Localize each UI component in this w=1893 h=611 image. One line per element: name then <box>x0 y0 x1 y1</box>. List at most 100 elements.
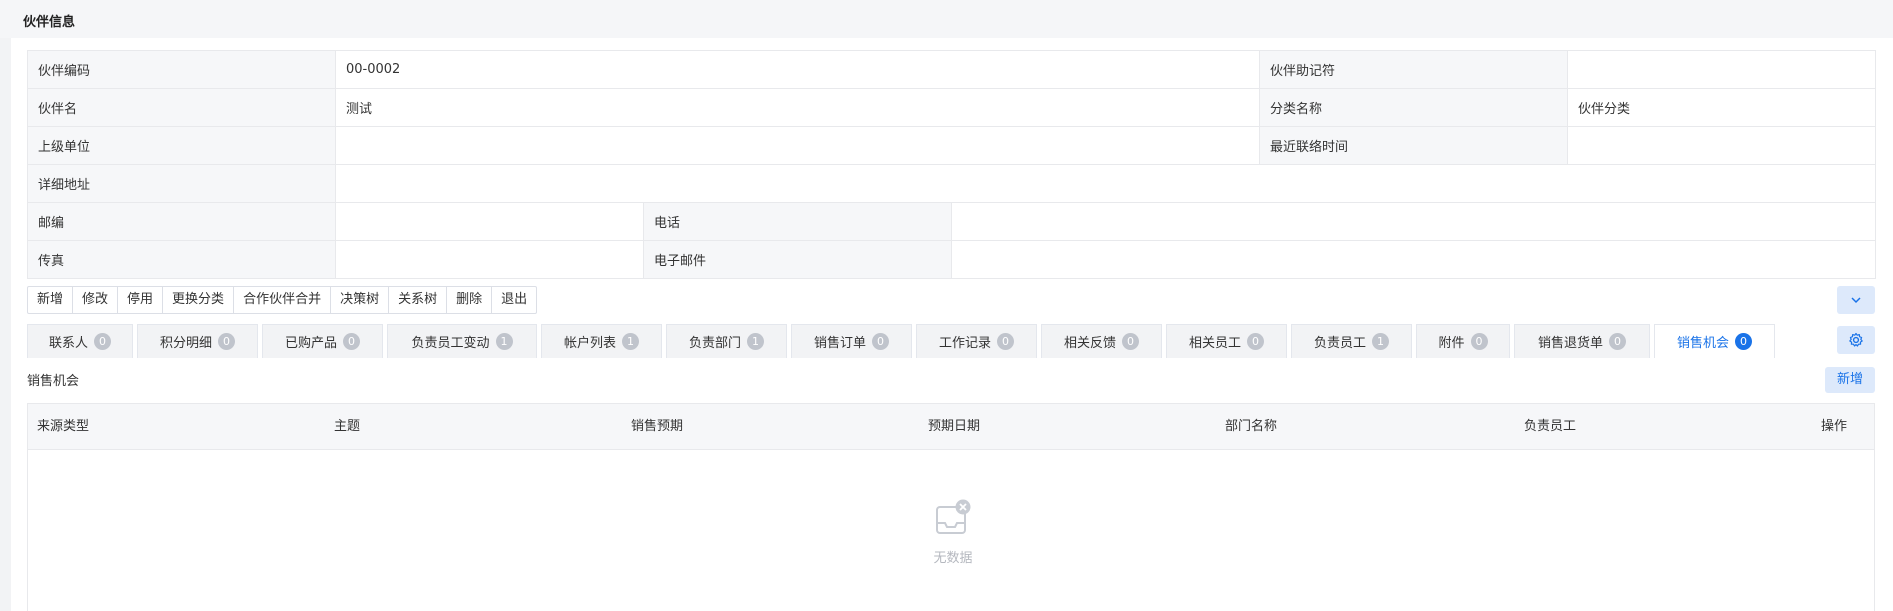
info-row: 详细地址 <box>27 164 1876 203</box>
tab-count-badge: 1 <box>622 333 639 350</box>
parent-label: 上级单位 <box>27 126 336 165</box>
relation-tree-button[interactable]: 关系树 <box>389 287 448 313</box>
collapse-button[interactable] <box>1837 286 1875 314</box>
tab-points-detail[interactable]: 积分明细 0 <box>137 324 258 358</box>
tab-contacts[interactable]: 联系人 0 <box>27 324 133 358</box>
tab-work-records[interactable]: 工作记录 0 <box>916 324 1037 358</box>
page-header: 伙伴信息 <box>0 0 1893 38</box>
tab-label: 附件 <box>1438 336 1465 351</box>
name-value: 测试 <box>335 88 1260 127</box>
category-label: 分类名称 <box>1259 88 1568 127</box>
tab-label: 负责员工 <box>1313 336 1366 351</box>
tab-label: 负责部门 <box>688 336 741 351</box>
merge-partner-button[interactable]: 合作伙伴合并 <box>234 287 332 313</box>
mnemonic-label: 伙伴助记符 <box>1259 50 1568 89</box>
exit-button[interactable]: 退出 <box>492 287 536 313</box>
tab-count-badge: 0 <box>1247 333 1264 350</box>
tab-sales-orders[interactable]: 销售订单 0 <box>791 324 912 358</box>
tab-count-badge: 0 <box>997 333 1014 350</box>
category-value: 伙伴分类 <box>1567 88 1876 127</box>
tab-bar: 联系人 0 积分明细 0 已购产品 0 负责员工变动 1 帐户列表 1 负责部门 1 销售订… <box>27 324 1775 358</box>
tab-label: 工作记录 <box>938 336 991 351</box>
tab-label: 相关反馈 <box>1063 336 1116 351</box>
tab-responsible-department[interactable]: 负责部门 1 <box>666 324 787 358</box>
gear-icon <box>1849 332 1863 347</box>
tab-label: 积分明细 <box>159 336 212 351</box>
tab-label: 销售退货单 <box>1537 336 1603 351</box>
tab-count-badge: 0 <box>1470 333 1488 350</box>
tab-label: 销售订单 <box>813 336 866 351</box>
col-expected-date[interactable]: 预期日期 <box>928 404 980 450</box>
tab-label: 联系人 <box>48 336 88 351</box>
empty-inbox-icon <box>936 499 971 534</box>
tab-related-staff[interactable]: 相关员工 0 <box>1166 324 1287 358</box>
postcode-value <box>335 202 644 241</box>
tab-label: 已购产品 <box>284 336 337 351</box>
change-category-button[interactable]: 更换分类 <box>163 287 235 313</box>
col-source-type[interactable]: 来源类型 <box>37 404 89 450</box>
tab-count-badge: 0 <box>343 333 360 350</box>
opportunity-grid: 来源类型 主题 销售预期 预期日期 部门名称 负责员工 操作 无数据 <box>27 403 1875 611</box>
tab-staff-changes[interactable]: 负责员工变动 1 <box>387 324 537 358</box>
parent-value <box>335 126 1260 165</box>
tab-count-badge: 0 <box>1735 333 1752 350</box>
tab-count-badge: 0 <box>872 333 889 350</box>
code-label: 伙伴编码 <box>27 50 336 89</box>
fax-label: 传真 <box>27 240 336 279</box>
tab-responsible-staff[interactable]: 负责员工 1 <box>1291 324 1412 358</box>
grid-header: 来源类型 主题 销售预期 预期日期 部门名称 负责员工 操作 <box>28 404 1874 450</box>
section-title: 销售机会 <box>27 374 80 389</box>
add-button[interactable]: 新增 <box>28 287 74 313</box>
disable-button[interactable]: 停用 <box>118 287 164 313</box>
col-department-name[interactable]: 部门名称 <box>1225 404 1277 450</box>
col-actions: 操作 <box>1821 419 1848 434</box>
tab-label: 销售机会 <box>1676 336 1729 351</box>
tab-count-badge: 1 <box>495 333 513 350</box>
email-label: 电子邮件 <box>643 240 952 279</box>
tab-count-badge: 0 <box>94 333 111 350</box>
partner-info-table: 伙伴编码 00-0002 伙伴助记符 伙伴名 测试 分类名称 伙伴分类 上级单位… <box>27 50 1876 279</box>
address-label: 详细地址 <box>27 164 336 203</box>
col-subject[interactable]: 主题 <box>334 404 360 450</box>
tab-count-badge: 1 <box>1372 333 1389 350</box>
decision-tree-button[interactable]: 决策树 <box>331 287 390 313</box>
tab-count-badge: 0 <box>218 333 235 350</box>
tab-purchased-products[interactable]: 已购产品 0 <box>262 324 383 358</box>
empty-text: 无数据 <box>933 551 973 566</box>
empty-state: 无数据 <box>908 499 998 566</box>
tab-sales-returns[interactable]: 销售退货单 0 <box>1514 324 1650 358</box>
postcode-label: 邮编 <box>27 202 336 241</box>
tab-count-badge: 0 <box>1122 333 1139 350</box>
tab-attachments[interactable]: 附件 0 <box>1416 324 1510 358</box>
edit-button[interactable]: 修改 <box>73 287 119 313</box>
phone-value <box>951 202 1876 241</box>
email-value <box>951 240 1876 279</box>
tab-related-feedback[interactable]: 相关反馈 0 <box>1041 324 1162 358</box>
tab-label: 负责员工变动 <box>411 336 490 351</box>
tab-count-badge: 0 <box>1609 333 1626 350</box>
col-expected-sales[interactable]: 销售预期 <box>631 404 683 450</box>
mnemonic-value <box>1567 50 1876 89</box>
delete-button[interactable]: 删除 <box>447 287 493 313</box>
code-value: 00-0002 <box>335 50 1260 89</box>
info-row: 伙伴编码 00-0002 伙伴助记符 <box>27 50 1876 89</box>
col-responsible-staff[interactable]: 负责员工 <box>1524 404 1576 450</box>
add-opportunity-button[interactable]: 新增 <box>1825 367 1875 393</box>
name-label: 伙伴名 <box>27 88 336 127</box>
phone-label: 电话 <box>643 202 952 241</box>
address-value <box>335 164 1876 203</box>
info-row: 上级单位 最近联络时间 <box>27 126 1876 165</box>
info-row: 邮编 电话 <box>27 202 1876 241</box>
chevron-down-icon <box>1851 297 1861 304</box>
settings-button[interactable] <box>1837 326 1875 354</box>
tab-account-list[interactable]: 帐户列表 1 <box>541 324 662 358</box>
tab-count-badge: 1 <box>747 333 764 350</box>
page-title: 伙伴信息 <box>23 15 76 30</box>
last-contact-label: 最近联络时间 <box>1259 126 1568 165</box>
action-toolbar: 新增 修改 停用 更换分类 合作伙伴合并 决策树 关系树 删除 退出 <box>27 286 538 314</box>
info-row: 伙伴名 测试 分类名称 伙伴分类 <box>27 88 1876 127</box>
fax-value <box>335 240 644 279</box>
tab-label: 帐户列表 <box>563 336 616 351</box>
tab-sales-opportunities[interactable]: 销售机会 0 <box>1654 324 1775 358</box>
info-row: 传真 电子邮件 <box>27 240 1876 279</box>
